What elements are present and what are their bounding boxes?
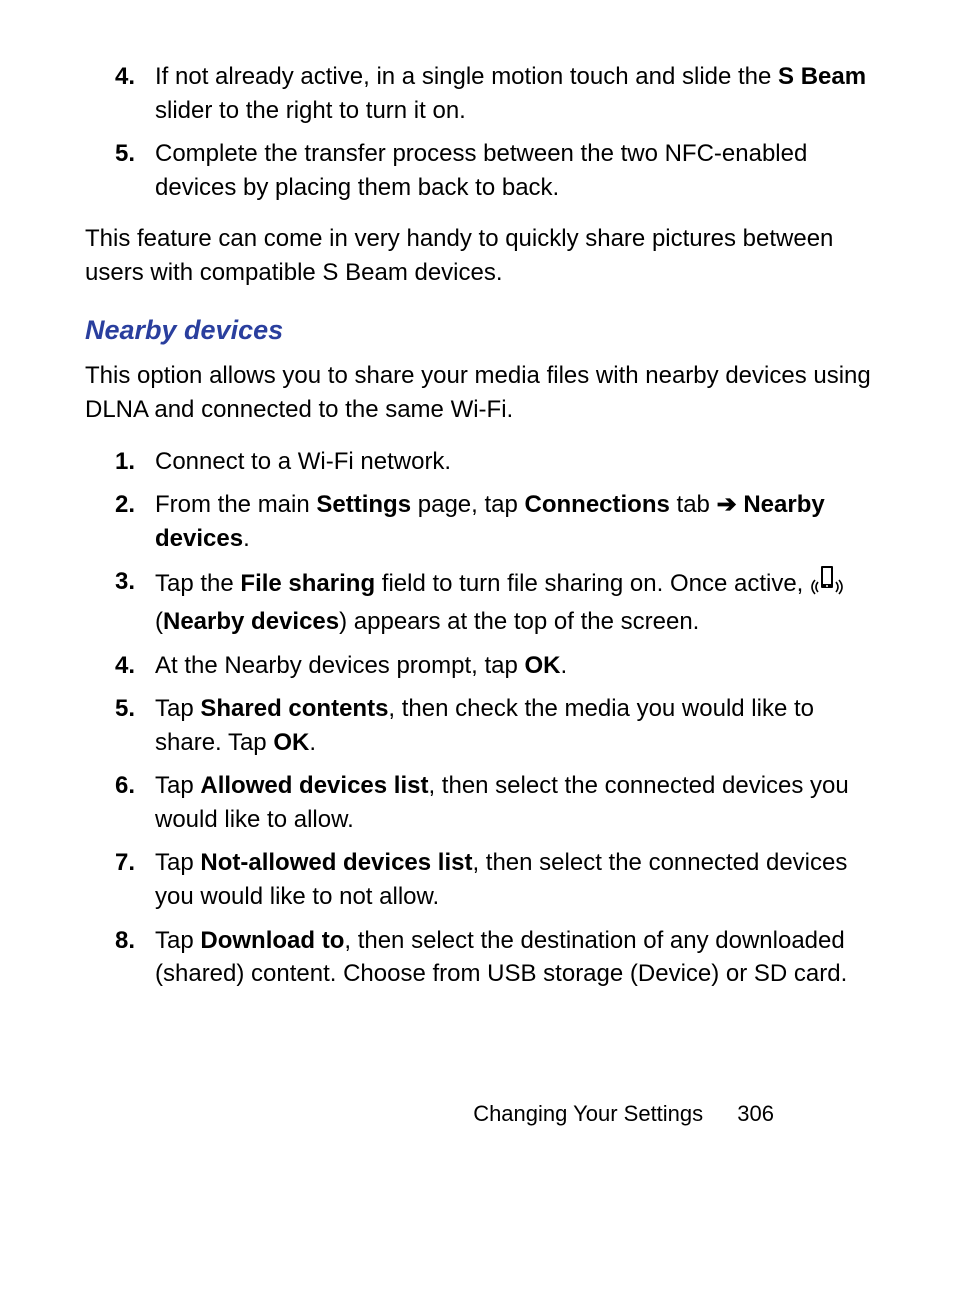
text: From the main (155, 491, 316, 518)
list-number: 7. (103, 846, 155, 913)
list-item: 4. At the Nearby devices prompt, tap OK. (85, 649, 874, 683)
text: field to turn file sharing on. Once acti… (375, 570, 810, 597)
bold-text: Nearby devices (163, 608, 339, 635)
text: slider to the right to turn it on. (155, 97, 466, 124)
text: Connect to a Wi-Fi network. (155, 448, 451, 475)
list-item-body: Tap the File sharing field to turn file … (155, 565, 874, 638)
list-item: 2. From the main Settings page, tap Conn… (85, 488, 874, 555)
text: . (309, 729, 316, 756)
bold-text: Connections (525, 491, 670, 518)
paragraph: This feature can come in very handy to q… (85, 222, 874, 289)
page-number: 306 (737, 1101, 774, 1126)
list-item-body: Tap Shared contents, then check the medi… (155, 692, 874, 759)
list-item: 1. Connect to a Wi-Fi network. (85, 445, 874, 479)
list-item-body: From the main Settings page, tap Connect… (155, 488, 874, 555)
list-item: 4. If not already active, in a single mo… (85, 60, 874, 127)
section-heading-nearby-devices: Nearby devices (85, 312, 874, 350)
list-number: 2. (103, 488, 155, 555)
bold-text: Settings (316, 491, 411, 518)
list-number: 5. (103, 137, 155, 204)
paragraph: This option allows you to share your med… (85, 359, 874, 426)
text: tab (670, 491, 717, 518)
text: Tap (155, 772, 200, 799)
list-item-body: At the Nearby devices prompt, tap OK. (155, 649, 874, 683)
bold-text: S Beam (778, 63, 866, 90)
text: ) appears at the top of the screen. (339, 608, 699, 635)
text: Tap the (155, 570, 240, 597)
list-item: 5. Tap Shared contents, then check the m… (85, 692, 874, 759)
list-number: 3. (103, 565, 155, 638)
text: At the Nearby devices prompt, tap (155, 652, 525, 679)
page-footer: Changing Your Settings 306 (473, 1099, 774, 1130)
bold-text: Download to (200, 927, 344, 954)
bold-text: Not-allowed devices list (200, 849, 472, 876)
bold-text: Allowed devices list (200, 772, 428, 799)
bold-text: OK (273, 729, 309, 756)
text: Complete the transfer process between th… (155, 140, 807, 201)
list-number: 1. (103, 445, 155, 479)
list-number: 8. (103, 924, 155, 991)
list-item: 5. Complete the transfer process between… (85, 137, 874, 204)
list-item-body: Tap Download to, then select the destina… (155, 924, 874, 991)
text: Tap (155, 695, 200, 722)
bold-text: Shared contents (200, 695, 388, 722)
list-item: 6. Tap Allowed devices list, then select… (85, 769, 874, 836)
list-number: 4. (103, 60, 155, 127)
bold-text: OK (525, 652, 561, 679)
text: Tap (155, 927, 200, 954)
footer-section-name: Changing Your Settings (473, 1101, 703, 1126)
list-item-body: If not already active, in a single motio… (155, 60, 874, 127)
text: . (243, 525, 250, 552)
list-item-body: Tap Not-allowed devices list, then selec… (155, 846, 874, 913)
text: . (561, 652, 568, 679)
text: Tap (155, 849, 200, 876)
nearby-devices-icon (810, 565, 844, 605)
list-number: 6. (103, 769, 155, 836)
list-item-body: Tap Allowed devices list, then select th… (155, 769, 874, 836)
list-item: 8. Tap Download to, then select the dest… (85, 924, 874, 991)
list-item: 3. Tap the File sharing field to turn fi… (85, 565, 874, 638)
arrow-icon: ➔ (717, 491, 737, 518)
text: page, tap (411, 491, 524, 518)
list-item-body: Complete the transfer process between th… (155, 137, 874, 204)
list-item-body: Connect to a Wi-Fi network. (155, 445, 874, 479)
list-number: 4. (103, 649, 155, 683)
list-item: 7. Tap Not-allowed devices list, then se… (85, 846, 874, 913)
bold-text: File sharing (240, 570, 375, 597)
text: ( (155, 608, 163, 635)
text: If not already active, in a single motio… (155, 63, 778, 90)
list-number: 5. (103, 692, 155, 759)
